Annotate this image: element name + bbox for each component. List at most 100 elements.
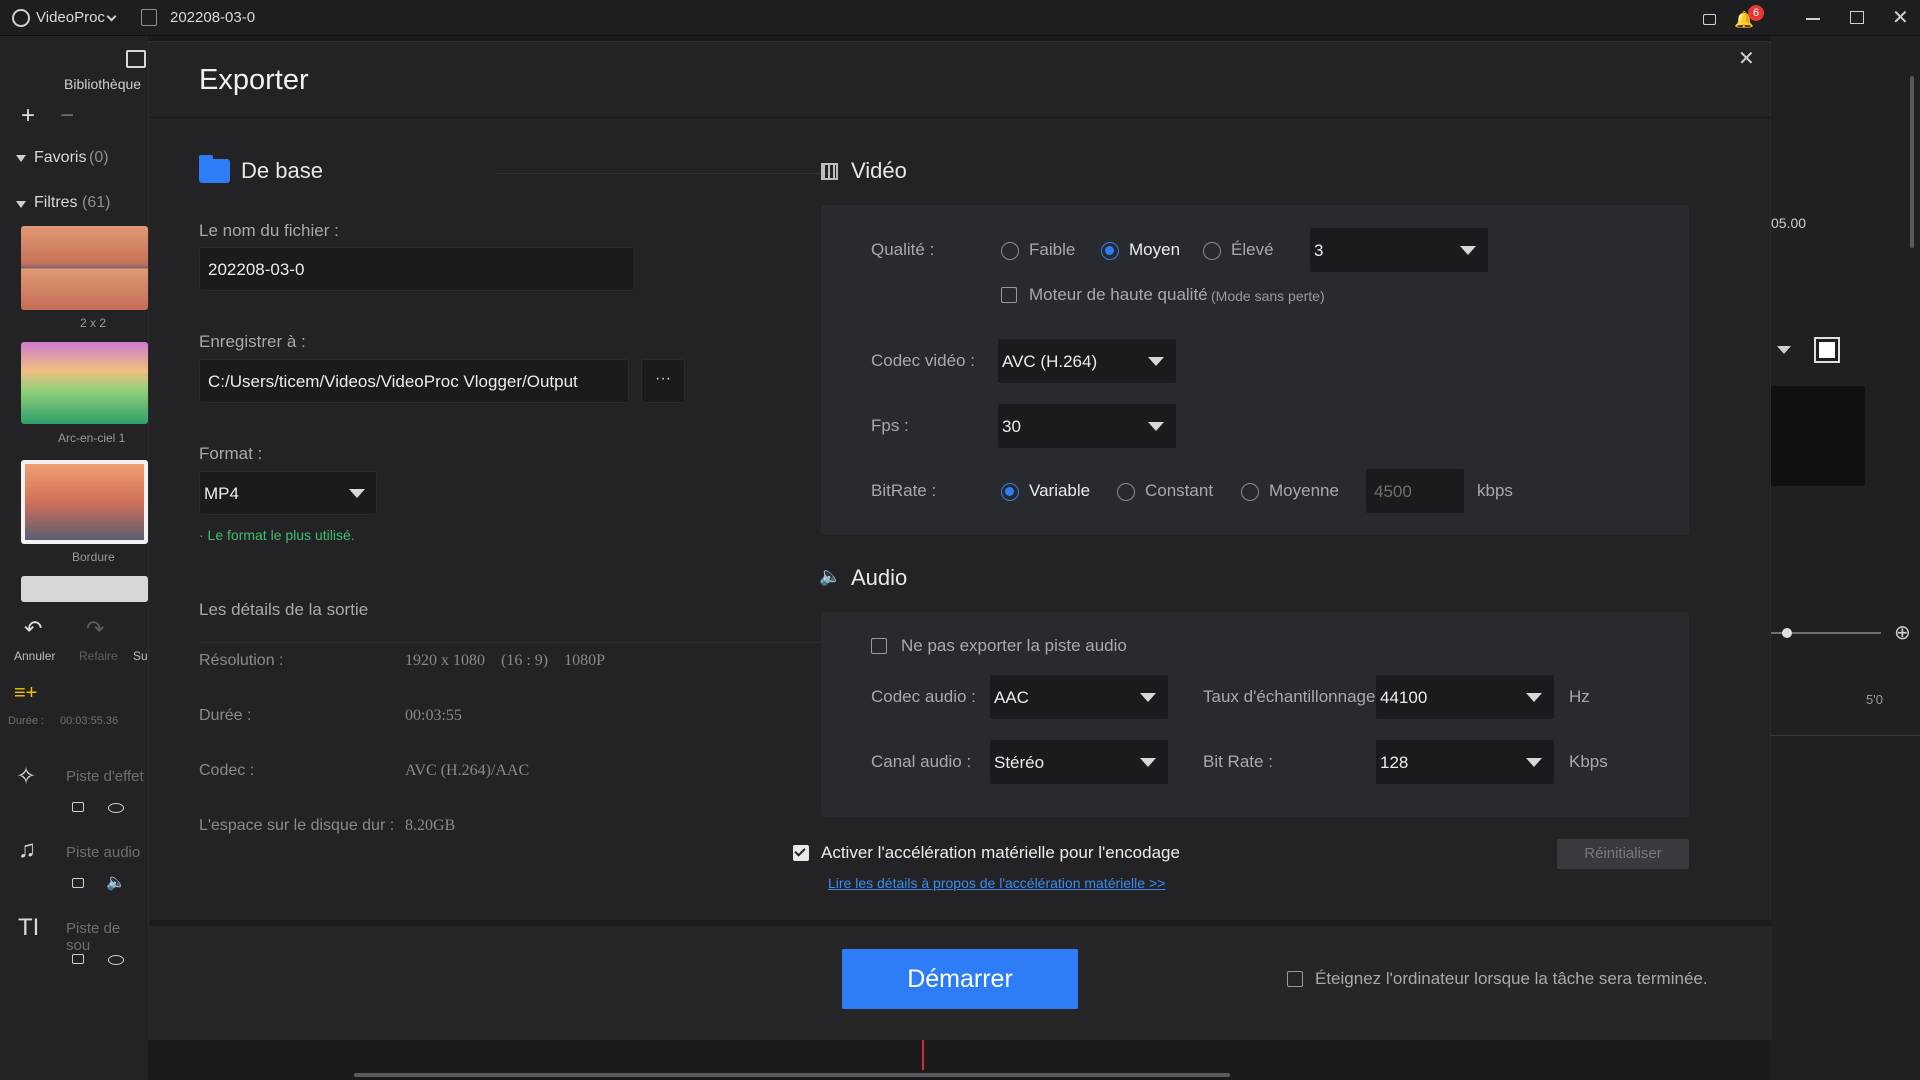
music-note-icon: ♫ <box>18 836 36 863</box>
quality-high-radio[interactable] <box>1203 242 1221 260</box>
maximize-icon[interactable] <box>1850 11 1864 24</box>
hw-accel-checkbox[interactable] <box>793 845 809 861</box>
time-readout: 05.00 <box>1771 215 1807 231</box>
filters-label[interactable]: Filtres <box>34 194 78 212</box>
codec-value: AVC (H.264)/AAC <box>405 762 530 779</box>
filter-thumb-partial[interactable] <box>21 576 148 602</box>
speaker-icon: 🔈 <box>819 566 842 586</box>
fps-value: 30 <box>1002 417 1021 436</box>
start-button[interactable]: Démarrer <box>842 949 1078 1009</box>
audio-codec-select[interactable]: AAC <box>989 674 1169 720</box>
quality-high-label[interactable]: Élevé <box>1231 240 1274 260</box>
dropdown-arrow-icon <box>1526 758 1542 767</box>
library-label[interactable]: Bibliothèque <box>64 76 141 92</box>
project-name: 202208-03-0 <box>170 9 256 26</box>
filter-thumb-border[interactable] <box>21 460 148 544</box>
undo-icon[interactable]: ↶ <box>24 616 42 642</box>
audio-settings-panel: Ne pas exporter la piste audio Codec aud… <box>821 612 1689 817</box>
bitrate-average-radio[interactable] <box>1241 483 1259 501</box>
close-window-icon[interactable]: ✕ <box>1892 5 1909 30</box>
minimize-icon[interactable] <box>1806 18 1820 20</box>
text-icon: TI <box>18 914 40 941</box>
audio-channel-select[interactable]: Stéréo <box>989 739 1169 785</box>
save-project-icon[interactable] <box>141 9 157 26</box>
bitrate-variable-radio[interactable] <box>1001 483 1019 501</box>
resolution-value: 1920 x 1080 (16 : 9) 1080P <box>405 652 605 669</box>
undo-label[interactable]: Annuler <box>14 649 55 663</box>
zoom-in-icon[interactable]: ⊕ <box>1894 620 1911 645</box>
folder-icon-tab <box>199 155 213 161</box>
hq-engine-note: (Mode sans perte) <box>1211 288 1325 304</box>
shutdown-label[interactable]: Éteignez l'ordinateur lorsque la tâche s… <box>1315 969 1708 989</box>
lock-track-icon[interactable] <box>72 802 84 812</box>
track-label: Piste d'effet <box>66 768 144 785</box>
library-icon[interactable] <box>126 50 146 68</box>
remove-icon[interactable]: − <box>60 102 74 130</box>
quality-medium-label[interactable]: Moyen <box>1129 240 1180 260</box>
sample-rate-select[interactable]: 44100 <box>1375 674 1555 720</box>
bitrate-constant-label[interactable]: Constant <box>1145 481 1213 501</box>
hq-engine-checkbox[interactable] <box>1001 287 1017 303</box>
lock-track-icon[interactable] <box>72 954 84 964</box>
add-icon[interactable]: + <box>21 102 35 130</box>
add-track-icon[interactable]: ≡+ <box>14 682 37 705</box>
timeline-scrollbar[interactable] <box>354 1073 1230 1077</box>
eye-icon[interactable] <box>108 803 124 813</box>
vertical-scrollbar[interactable] <box>1910 76 1914 248</box>
title-bar: VideoProc 202208-03-0 🔔 6 ✕ <box>0 0 1920 36</box>
filters-count: (61) <box>82 194 111 211</box>
quality-level-value: 3 <box>1314 241 1324 260</box>
save-path-input[interactable]: C:/Users/ticem/Videos/VideoProc Vlogger/… <box>199 359 629 403</box>
redo-icon[interactable]: ↷ <box>86 616 104 642</box>
audio-bitrate-select[interactable]: 128 <box>1375 739 1555 785</box>
duration-label: Durée : <box>199 707 252 724</box>
hw-accel-details-link[interactable]: Lire les détails à propos de l'accélérat… <box>828 875 1165 891</box>
split-label[interactable]: Su <box>133 649 148 663</box>
reset-button[interactable]: Réinitialiser <box>1557 839 1689 869</box>
filters-toggle-icon[interactable] <box>16 201 26 208</box>
eye-icon[interactable] <box>108 955 124 965</box>
timeline-ruler <box>1771 712 1920 736</box>
browse-button[interactable]: ··· <box>641 359 685 403</box>
format-label: Format : <box>199 444 263 463</box>
hq-engine-label[interactable]: Moteur de haute qualité <box>1029 285 1208 305</box>
filter-thumb-rainbow[interactable] <box>21 342 148 424</box>
volume-icon[interactable]: 🔈 <box>106 872 126 892</box>
favorites-label[interactable]: Favoris <box>34 149 86 167</box>
format-select[interactable]: MP4 <box>199 471 377 515</box>
disk-space-value: 8.20GB <box>405 817 456 834</box>
lock-track-icon[interactable] <box>72 878 84 888</box>
no-audio-label[interactable]: Ne pas exporter la piste audio <box>901 636 1127 656</box>
no-audio-checkbox[interactable] <box>871 638 887 654</box>
disk-space-label: L'espace sur le disque dur : <box>199 817 395 834</box>
filename-input[interactable]: 202208-03-0 <box>199 247 635 291</box>
dropdown-arrow-icon <box>1140 693 1156 702</box>
color-swatch[interactable] <box>1814 337 1840 363</box>
close-dialog-icon[interactable]: ✕ <box>1738 46 1755 71</box>
bitrate-variable-label[interactable]: Variable <box>1029 481 1090 501</box>
playhead[interactable] <box>922 1040 924 1070</box>
redo-label[interactable]: Refaire <box>79 649 118 663</box>
fps-select[interactable]: 30 <box>997 403 1177 449</box>
filter-thumb-2x2[interactable] <box>21 226 148 310</box>
favorites-toggle-icon[interactable] <box>16 155 26 162</box>
bitrate-average-label[interactable]: Moyenne <box>1269 481 1339 501</box>
lock-icon[interactable] <box>1703 14 1716 25</box>
quality-low-label[interactable]: Faible <box>1029 240 1075 260</box>
bitrate-constant-radio[interactable] <box>1117 483 1135 501</box>
quality-medium-radio[interactable] <box>1101 242 1119 260</box>
video-codec-select[interactable]: AVC (H.264) <box>997 338 1177 384</box>
dropdown-arrow-icon[interactable] <box>1777 346 1791 354</box>
shutdown-checkbox[interactable] <box>1287 971 1303 987</box>
hw-accel-label[interactable]: Activer l'accélération matérielle pour l… <box>821 843 1180 863</box>
audio-bitrate-unit: Kbps <box>1569 752 1608 771</box>
quality-low-radio[interactable] <box>1001 242 1019 260</box>
bitrate-input[interactable]: 4500 <box>1365 468 1465 514</box>
chevron-down-icon[interactable] <box>106 11 117 22</box>
zoom-slider-handle[interactable] <box>1782 628 1792 638</box>
app-menu-label[interactable]: VideoProc <box>36 9 105 26</box>
video-codec-label: Codec vidéo : <box>871 351 975 370</box>
filename-label: Le nom du fichier : <box>199 221 339 240</box>
save-path-value: C:/Users/ticem/Videos/VideoProc Vlogger/… <box>208 372 578 391</box>
quality-level-select[interactable]: 3 <box>1309 227 1489 273</box>
